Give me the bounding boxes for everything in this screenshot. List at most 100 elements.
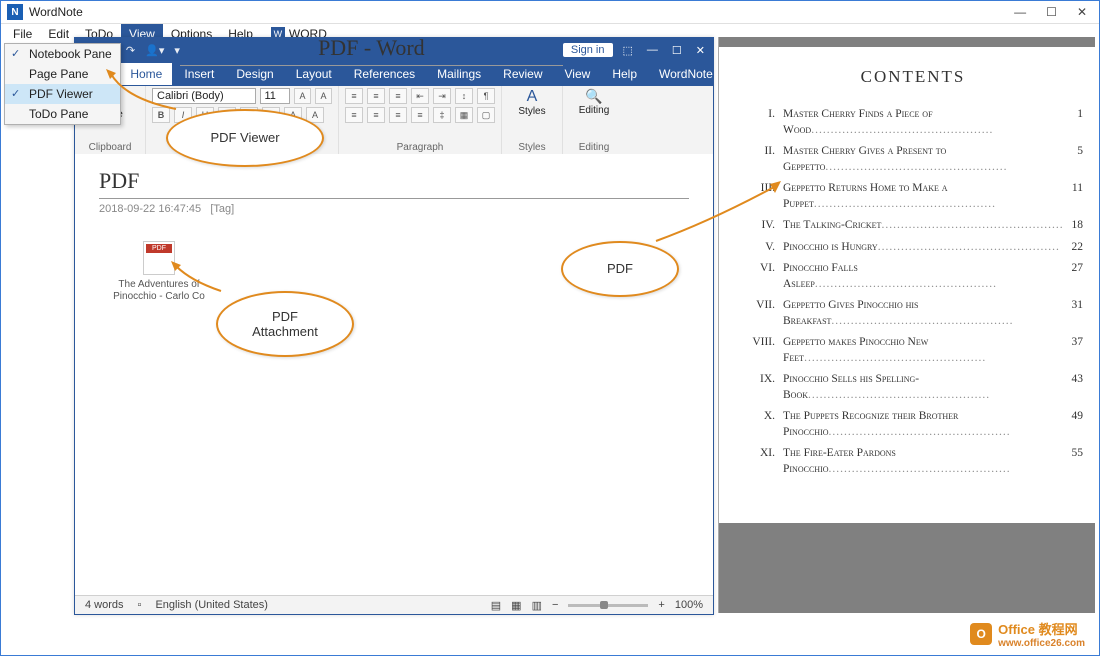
status-language[interactable]: English (United States): [155, 599, 268, 611]
dd-todo-pane[interactable]: ToDo Pane: [5, 104, 120, 124]
shrink-font-icon[interactable]: A: [315, 88, 332, 104]
group-label: Paragraph: [345, 141, 495, 154]
tab-review[interactable]: Review: [493, 63, 552, 85]
word-statusbar: 4 words ▫ English (United States) ▤ ▦ ▥ …: [75, 595, 713, 614]
tab-wordnote[interactable]: WordNote: [649, 63, 723, 85]
signin-button[interactable]: Sign in: [563, 43, 613, 57]
pdf-page[interactable]: CONTENTS I.Master Cherry Finds a Piece o…: [719, 47, 1095, 523]
font-size-select[interactable]: 11: [260, 88, 291, 104]
toc-title: Geppetto Returns Home to Make a Puppet: [783, 181, 1066, 212]
tab-references[interactable]: References: [344, 63, 425, 85]
word-maximize[interactable]: ☐: [672, 44, 682, 57]
word-minimize[interactable]: —: [647, 44, 658, 57]
bullets-icon[interactable]: ≡: [345, 88, 363, 104]
toc-row[interactable]: VII.Geppetto Gives Pinocchio his Breakfa…: [743, 298, 1083, 329]
toc-row[interactable]: IX.Pinocchio Sells his Spelling-Book43: [743, 372, 1083, 403]
styles-button[interactable]: Styles: [508, 106, 556, 117]
toc-row[interactable]: VI.Pinocchio Falls Asleep27: [743, 261, 1083, 292]
sort-icon[interactable]: ↕: [455, 88, 473, 104]
toc-row[interactable]: V.Pinocchio is Hungry22: [743, 240, 1083, 256]
zoom-slider[interactable]: [568, 604, 648, 607]
indent-icon[interactable]: ⇥: [433, 88, 451, 104]
pdf-viewer-pane: CONTENTS I.Master Cherry Finds a Piece o…: [718, 37, 1095, 613]
word-close[interactable]: ✕: [696, 44, 705, 57]
editing-button[interactable]: Editing: [569, 105, 619, 116]
zoom-out[interactable]: −: [552, 599, 558, 611]
ribbon-styles: A Styles Styles: [502, 86, 563, 154]
qat-user-icon[interactable]: 👤▾: [145, 44, 164, 57]
showmarks-icon[interactable]: ¶: [477, 88, 495, 104]
group-label: Editing: [569, 141, 619, 154]
window-minimize[interactable]: —: [1014, 5, 1026, 19]
document-area[interactable]: PDF 2018-09-22 16:47:45 [Tag] The Advent…: [75, 154, 713, 596]
qat-redo-icon[interactable]: ↷: [126, 44, 135, 57]
zoom-in[interactable]: +: [658, 599, 664, 611]
toc-page: 55: [1066, 446, 1084, 477]
toc-row[interactable]: IV.The Talking-Cricket18: [743, 218, 1083, 234]
toc-row[interactable]: VIII.Geppetto makes Pinocchio New Feet37: [743, 335, 1083, 366]
toc-title: Geppetto Gives Pinocchio his Breakfast: [783, 298, 1066, 329]
zoom-level[interactable]: 100%: [675, 599, 703, 611]
dd-pdf-viewer[interactable]: ✓ PDF Viewer: [5, 84, 120, 104]
linespacing-icon[interactable]: ‡: [433, 107, 451, 123]
toc-num: X.: [743, 409, 783, 440]
numbering-icon[interactable]: ≡: [367, 88, 385, 104]
doc-meta: 2018-09-22 16:47:45 [Tag]: [99, 203, 689, 215]
toc-title: Pinocchio Sells his Spelling-Book: [783, 372, 1066, 403]
tab-layout[interactable]: Layout: [286, 63, 342, 85]
justify-icon[interactable]: ≡: [411, 107, 429, 123]
shading-icon[interactable]: ▦: [455, 107, 473, 123]
toc-num: II.: [743, 144, 783, 175]
multilevel-icon[interactable]: ≡: [389, 88, 407, 104]
menu-edit[interactable]: Edit: [40, 24, 77, 44]
watermark: O Office 教程网 www.office26.com: [970, 619, 1085, 649]
align-left-icon[interactable]: ≡: [345, 107, 363, 123]
toc-page: 5: [1071, 144, 1083, 175]
toc-title: The Puppets Recognize their Brother Pino…: [783, 409, 1066, 440]
doc-tag[interactable]: [Tag]: [210, 203, 234, 215]
ribbon-paragraph: ≡ ≡ ≡ ⇤ ⇥ ↕ ¶ ≡ ≡ ≡ ≡ ‡ ▦: [339, 86, 502, 154]
dd-notebook-pane[interactable]: ✓ Notebook Pane: [5, 44, 120, 64]
status-proof-icon[interactable]: ▫: [138, 599, 142, 611]
app-icon: N: [7, 4, 23, 20]
window-maximize[interactable]: ☐: [1046, 5, 1057, 19]
align-right-icon[interactable]: ≡: [389, 107, 407, 123]
toc-row[interactable]: XI.The Fire-Eater Pardons Pinocchio55: [743, 446, 1083, 477]
word-ribbon-options-icon[interactable]: ⬚: [623, 44, 633, 57]
watermark-icon: O: [970, 623, 992, 645]
toc-row[interactable]: III.Geppetto Returns Home to Make a Pupp…: [743, 181, 1083, 212]
qat-more-icon[interactable]: ▾: [174, 44, 180, 57]
find-icon[interactable]: 🔍: [569, 88, 619, 105]
view-web-icon[interactable]: ▥: [532, 599, 542, 612]
watermark-line2: www.office26.com: [998, 638, 1085, 649]
tab-view[interactable]: View: [555, 63, 601, 85]
view-print-icon[interactable]: ▦: [511, 599, 521, 612]
dd-page-pane[interactable]: Page Pane: [5, 64, 120, 84]
dd-label: ToDo Pane: [29, 107, 88, 121]
align-center-icon[interactable]: ≡: [367, 107, 385, 123]
toc-row[interactable]: I.Master Cherry Finds a Piece of Wood1: [743, 107, 1083, 138]
view-read-icon[interactable]: ▤: [491, 599, 501, 612]
toc-num: XI.: [743, 446, 783, 477]
tab-design[interactable]: Design: [226, 63, 283, 85]
borders-icon[interactable]: ▢: [477, 107, 495, 123]
styles-icon[interactable]: A: [508, 88, 556, 106]
tab-help[interactable]: Help: [602, 63, 647, 85]
word-doc-title: PDF - Word: [180, 35, 563, 66]
toc-row[interactable]: II.Master Cherry Gives a Present to Gepp…: [743, 144, 1083, 175]
dd-label: PDF Viewer: [29, 87, 93, 101]
grow-font-icon[interactable]: A: [294, 88, 311, 104]
tab-mailings[interactable]: Mailings: [427, 63, 491, 85]
check-icon: ✓: [11, 47, 20, 60]
toc-page: 22: [1066, 240, 1084, 256]
toc-page: 43: [1066, 372, 1084, 403]
ribbon-editing: 🔍 Editing Editing: [563, 86, 625, 154]
window-close[interactable]: ✕: [1077, 5, 1087, 19]
menu-file[interactable]: File: [5, 24, 40, 44]
status-words[interactable]: 4 words: [85, 599, 124, 611]
toc-title: Master Cherry Gives a Present to Geppett…: [783, 144, 1071, 175]
toc-row[interactable]: X.The Puppets Recognize their Brother Pi…: [743, 409, 1083, 440]
toc-title: Pinocchio Falls Asleep: [783, 261, 1066, 292]
outdent-icon[interactable]: ⇤: [411, 88, 429, 104]
toc-title: Pinocchio is Hungry: [783, 240, 1066, 256]
